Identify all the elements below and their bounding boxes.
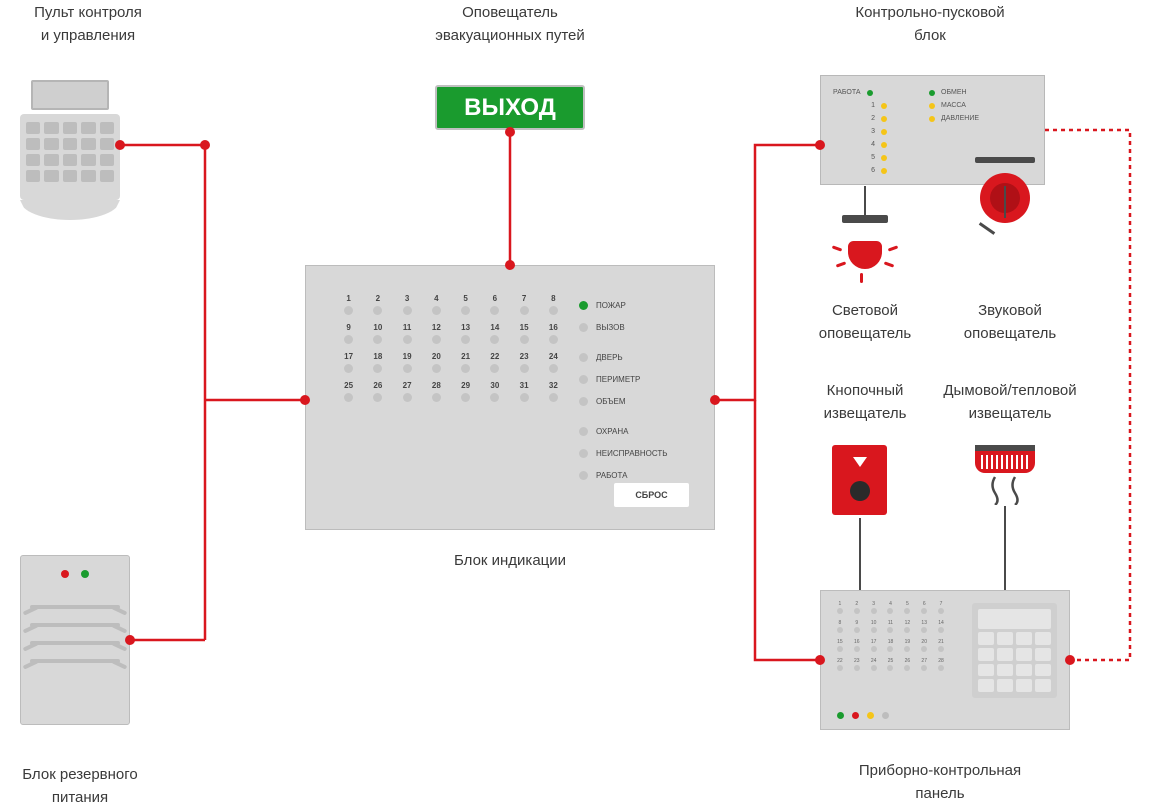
zone-cell: 12 xyxy=(424,323,449,344)
zone-cell: 30 xyxy=(482,381,507,402)
zone-cell: 22 xyxy=(482,352,507,373)
zone-cell: 9 xyxy=(336,323,361,344)
label-light-notif: Световой оповещатель xyxy=(790,300,940,345)
zone-cell: 3 xyxy=(395,294,420,315)
sound-notifier-icon xyxy=(970,215,1040,285)
zone-cell: 15 xyxy=(512,323,537,344)
status-row: ПЕРИМЕТР xyxy=(579,368,689,390)
zone-cell: 6 xyxy=(482,294,507,315)
label-keypad: Пульт контроля и управления xyxy=(8,2,168,47)
zone-cell: 25 xyxy=(336,381,361,402)
panel-zone-grid: 1234567891011121314151617181920212223242… xyxy=(833,601,948,671)
keypad-screen xyxy=(31,80,109,110)
smoke-heat-detector-icon xyxy=(975,445,1035,515)
zone-cell: 21 xyxy=(453,352,478,373)
ctrl-work-label: РАБОТА xyxy=(833,89,861,96)
indication-block: 1234567891011121314151617181920212223242… xyxy=(305,265,715,530)
reset-button[interactable]: СБРОС xyxy=(614,483,689,507)
zone-grid: 1234567891011121314151617181920212223242… xyxy=(336,294,566,402)
backup-power-supply xyxy=(20,555,130,725)
exit-sign: ВЫХОД xyxy=(435,85,585,130)
zone-cell: 7 xyxy=(512,294,537,315)
label-panel: Приборно-контрольная панель xyxy=(800,760,1080,805)
label-ctrl-block: Контрольно-пусковой блок xyxy=(800,2,1060,47)
zone-cell: 5 xyxy=(453,294,478,315)
zone-cell: 18 xyxy=(365,352,390,373)
light-notifier-icon xyxy=(830,215,900,285)
status-row: ОХРАНА xyxy=(579,420,689,442)
zone-cell: 16 xyxy=(541,323,566,344)
psu-led-green xyxy=(81,570,89,578)
exit-sign-text: ВЫХОД xyxy=(464,94,556,122)
zone-cell: 23 xyxy=(512,352,537,373)
control-launch-block: РАБОТА 1 2 3 4 5 6 ОБМЕН МАССА ДАВЛЕНИЕ xyxy=(820,75,1045,185)
label-ind-block: Блок индикации xyxy=(410,550,610,573)
zone-cell: 24 xyxy=(541,352,566,373)
panel-keypad xyxy=(972,603,1057,698)
zone-cell: 32 xyxy=(541,381,566,402)
zone-cell: 31 xyxy=(512,381,537,402)
zone-cell: 29 xyxy=(453,381,478,402)
zone-cell: 26 xyxy=(365,381,390,402)
status-row: ДВЕРЬ xyxy=(579,346,689,368)
zone-cell: 28 xyxy=(424,381,449,402)
label-smoke-det: Дымовой/тепловой извещатель xyxy=(935,380,1085,425)
zone-cell: 20 xyxy=(424,352,449,373)
status-row: ОБЪЕМ xyxy=(579,390,689,412)
status-row: ВЫЗОВ xyxy=(579,316,689,338)
psu-led-red xyxy=(61,570,69,578)
label-sound-notif: Звуковой оповещатель xyxy=(935,300,1085,345)
panel-status-leds xyxy=(837,712,889,719)
zone-cell: 10 xyxy=(365,323,390,344)
zone-cell: 11 xyxy=(395,323,420,344)
zone-cell: 27 xyxy=(395,381,420,402)
keypad-body xyxy=(20,114,120,200)
status-list: ПОЖАРВЫЗОВ ДВЕРЬПЕРИМЕТРОБЪЕМ ОХРАНАНЕИСПР… xyxy=(579,294,689,486)
zone-cell: 2 xyxy=(365,294,390,315)
zone-cell: 14 xyxy=(482,323,507,344)
zone-cell: 8 xyxy=(541,294,566,315)
led-work xyxy=(867,90,873,96)
zone-cell: 19 xyxy=(395,352,420,373)
control-panel: 1234567891011121314151617181920212223242… xyxy=(820,590,1070,730)
status-row: НЕИСПРАВНОСТЬ xyxy=(579,442,689,464)
label-exit-sign: Оповещатель эвакуационных путей xyxy=(410,2,610,47)
zone-cell: 13 xyxy=(453,323,478,344)
control-keypad-device xyxy=(20,80,120,210)
manual-call-point-icon xyxy=(832,445,887,515)
status-row: ПОЖАР xyxy=(579,294,689,316)
label-psu: Блок резервного питания xyxy=(0,764,160,809)
zone-cell: 4 xyxy=(424,294,449,315)
zone-cell: 1 xyxy=(336,294,361,315)
label-call-point: Кнопочный извещатель xyxy=(790,380,940,425)
zone-cell: 17 xyxy=(336,352,361,373)
